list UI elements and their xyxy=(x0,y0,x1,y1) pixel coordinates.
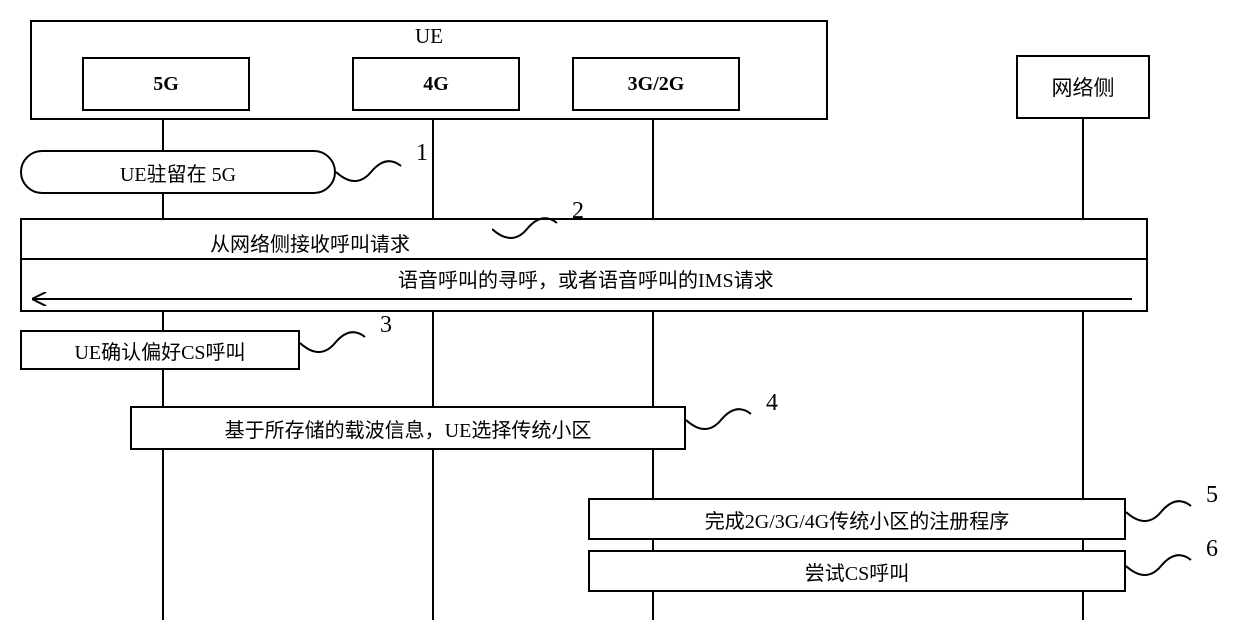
callout-curve-2 xyxy=(492,207,562,247)
callout-num-1: 1 xyxy=(416,140,428,167)
callout-curve-6 xyxy=(1126,544,1196,584)
tech-5g-box: 5G xyxy=(82,57,250,111)
callout-curve-3 xyxy=(300,321,370,361)
step2-box: 从网络侧接收呼叫请求 语音呼叫的寻呼，或者语音呼叫的IMS请求 xyxy=(20,218,1148,312)
lifeline-4g xyxy=(432,120,434,620)
callout-num-4: 4 xyxy=(766,390,778,417)
tech-3g2g-box: 3G/2G xyxy=(572,57,740,111)
step4-box: 基于所存储的载波信息，UE选择传统小区 xyxy=(130,406,686,450)
callout-curve-5 xyxy=(1126,490,1196,530)
step2-arrowhead xyxy=(32,292,48,306)
lifeline-3g2g xyxy=(652,120,654,620)
step6-box: 尝试CS呼叫 xyxy=(588,550,1126,592)
callout-curve-1 xyxy=(336,150,406,190)
step5-box: 完成2G/3G/4G传统小区的注册程序 xyxy=(588,498,1126,540)
callout-num-5: 5 xyxy=(1206,482,1218,509)
tech-4g-box: 4G xyxy=(352,57,520,111)
callout-num-6: 6 xyxy=(1206,536,1218,563)
callout-num-3: 3 xyxy=(380,312,392,339)
ue-label: UE xyxy=(415,24,443,49)
ue-header-box: UE 5G 4G 3G/2G xyxy=(30,20,828,120)
step3-box: UE确认偏好CS呼叫 xyxy=(20,330,300,370)
step2-desc: 语音呼叫的寻呼，或者语音呼叫的IMS请求 xyxy=(398,264,774,293)
lifeline-network xyxy=(1082,119,1084,620)
step2-header: 从网络侧接收呼叫请求 xyxy=(210,228,410,257)
lifeline-5g xyxy=(162,120,164,620)
step2-divider xyxy=(22,258,1146,260)
network-side-box: 网络侧 xyxy=(1016,55,1150,119)
step1-box: UE驻留在 5G xyxy=(20,150,336,194)
callout-num-2: 2 xyxy=(572,198,584,225)
callout-curve-4 xyxy=(686,398,756,438)
step2-arrow-line xyxy=(34,298,1132,300)
